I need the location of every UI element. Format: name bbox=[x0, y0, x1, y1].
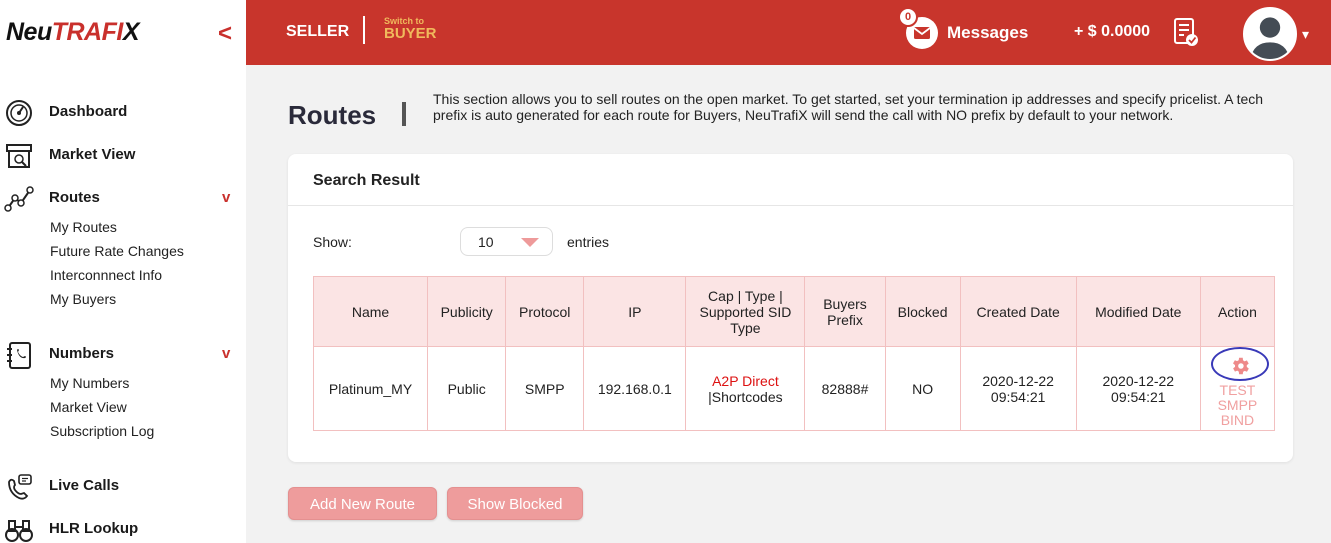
cell-blocked: NO bbox=[884, 346, 961, 431]
modified-date: 2020-12-22 bbox=[1102, 372, 1175, 389]
phone-chat-icon bbox=[8, 474, 32, 500]
binoculars-icon bbox=[5, 520, 33, 542]
modified-time: 09:54:21 bbox=[1111, 388, 1166, 405]
sid-type: |Shortcodes bbox=[708, 388, 783, 405]
storefront-icon bbox=[6, 144, 32, 168]
routes-table: Name Publicity Protocol IP Cap | Type | … bbox=[312, 276, 1276, 431]
title-divider bbox=[402, 102, 406, 126]
user-icon bbox=[1245, 9, 1295, 59]
sidebar-item-label: Routes bbox=[49, 189, 100, 206]
sidebar-item-hlr-lookup[interactable]: HLR Lookup bbox=[0, 515, 246, 543]
show-blocked-button[interactable]: Show Blocked bbox=[447, 487, 583, 520]
column-header-created-date[interactable]: Created Date bbox=[959, 276, 1077, 347]
column-header-buyers-prefix[interactable]: Buyers Prefix bbox=[804, 276, 886, 347]
sidebar: NeuTRAFIX < Dashboard Market View Routes… bbox=[0, 0, 246, 543]
column-header-name[interactable]: Name bbox=[312, 276, 429, 347]
sidebar-item-label: Live Calls bbox=[49, 477, 120, 494]
sidebar-item-label: Numbers bbox=[49, 345, 115, 362]
table-header-row: Name Publicity Protocol IP Cap | Type | … bbox=[312, 276, 1276, 347]
card-title: Search Result bbox=[313, 172, 420, 189]
invoice-check-icon[interactable] bbox=[1171, 16, 1201, 48]
phonebook-icon bbox=[7, 342, 31, 369]
cell-ip: 192.168.0.1 bbox=[583, 346, 687, 431]
sidebar-item-label: Market View bbox=[49, 146, 136, 163]
entries-per-page-select[interactable]: 10 bbox=[460, 227, 553, 256]
search-result-card: Search Result Show: 10 entries Name Publ… bbox=[288, 154, 1293, 462]
chevron-down-icon bbox=[521, 238, 539, 247]
settings-button[interactable] bbox=[1207, 346, 1270, 381]
created-date: 2020-12-22 bbox=[982, 372, 1054, 389]
top-header: SELLER Switch to BUYER 0 Messages + $ 0.… bbox=[246, 0, 1331, 65]
cell-name: Platinum_MY bbox=[312, 346, 429, 431]
sidebar-subitem-future-rate-changes[interactable]: Future Rate Changes bbox=[50, 243, 184, 259]
column-header-ip[interactable]: IP bbox=[583, 276, 687, 347]
service-type-a2p: A2P Direct bbox=[712, 372, 779, 389]
entries-per-page-value: 10 bbox=[478, 234, 494, 250]
sidebar-subitem-my-routes[interactable]: My Routes bbox=[50, 219, 117, 235]
cell-service-type: A2P Direct |Shortcodes bbox=[685, 346, 806, 431]
switch-to-buyer-button[interactable]: BUYER bbox=[384, 25, 437, 42]
sidebar-item-dashboard[interactable]: Dashboard bbox=[0, 98, 246, 128]
cell-buyers-prefix: 82888# bbox=[804, 346, 886, 431]
column-header-modified-date[interactable]: Modified Date bbox=[1075, 276, 1201, 347]
sidebar-subitem-my-buyers[interactable]: My Buyers bbox=[50, 291, 116, 307]
column-header-blocked[interactable]: Blocked bbox=[884, 276, 961, 347]
test-smpp-bind-link[interactable]: TEST bbox=[1201, 382, 1274, 398]
gear-icon[interactable] bbox=[1229, 355, 1251, 377]
card-divider bbox=[288, 205, 1293, 206]
user-avatar[interactable] bbox=[1243, 7, 1297, 61]
seller-mode-label: SELLER bbox=[286, 23, 350, 40]
neutrafix-logo[interactable]: NeuTRAFIX bbox=[6, 18, 140, 47]
page-description: This section allows you to sell routes o… bbox=[433, 91, 1264, 123]
column-header-action: Action bbox=[1199, 276, 1276, 347]
add-new-route-button[interactable]: Add New Route bbox=[288, 487, 437, 520]
sidebar-item-label: HLR Lookup bbox=[49, 520, 139, 537]
sidebar-item-numbers[interactable]: Numbers v bbox=[0, 340, 246, 370]
sidebar-item-routes[interactable]: Routes v bbox=[0, 184, 246, 214]
messages-count-badge: 0 bbox=[898, 7, 918, 27]
sidebar-item-market-view[interactable]: Market View bbox=[0, 141, 246, 171]
cell-publicity: Public bbox=[427, 346, 507, 431]
sidebar-subitem-interconnect-info[interactable]: Interconnnect Info bbox=[50, 267, 162, 283]
page-title: Routes bbox=[288, 100, 377, 130]
user-menu-caret-icon[interactable]: ▾ bbox=[1302, 26, 1309, 43]
route-nodes-icon bbox=[4, 186, 34, 212]
collapse-sidebar-button[interactable]: < bbox=[218, 20, 232, 48]
sidebar-subitem-market-view[interactable]: Market View bbox=[50, 399, 127, 415]
speedometer-icon bbox=[6, 100, 32, 126]
test-smpp-bind-link[interactable]: BIND bbox=[1201, 412, 1274, 428]
chevron-down-icon[interactable]: v bbox=[222, 345, 230, 362]
chevron-down-icon[interactable]: v bbox=[222, 189, 230, 206]
column-header-publicity[interactable]: Publicity bbox=[427, 276, 507, 347]
entries-label: entries bbox=[567, 234, 610, 250]
column-header-cap-type[interactable]: Cap | Type | Supported SID Type bbox=[685, 276, 806, 347]
sidebar-subitem-subscription-log[interactable]: Subscription Log bbox=[50, 423, 154, 439]
balance-value[interactable]: + $ 0.0000 bbox=[1074, 23, 1150, 41]
sidebar-item-label: Dashboard bbox=[49, 103, 128, 120]
messages-link[interactable]: Messages bbox=[947, 23, 1028, 43]
column-header-protocol[interactable]: Protocol bbox=[505, 276, 585, 347]
header-divider bbox=[363, 16, 365, 44]
cell-created-date: 2020-12-22 09:54:21 bbox=[959, 346, 1077, 431]
created-time: 09:54:21 bbox=[990, 388, 1046, 405]
table-row: Platinum_MY Public SMPP 192.168.0.1 A2P … bbox=[312, 346, 1276, 431]
sidebar-item-live-calls[interactable]: Live Calls bbox=[0, 472, 246, 502]
cell-modified-date: 2020-12-22 09:54:21 bbox=[1075, 346, 1201, 431]
show-label: Show: bbox=[313, 234, 352, 250]
cell-action: TEST SMPP BIND bbox=[1199, 346, 1276, 431]
test-smpp-bind-link[interactable]: SMPP bbox=[1201, 397, 1274, 413]
cell-protocol: SMPP bbox=[505, 346, 585, 431]
sidebar-subitem-my-numbers[interactable]: My Numbers bbox=[50, 375, 129, 391]
